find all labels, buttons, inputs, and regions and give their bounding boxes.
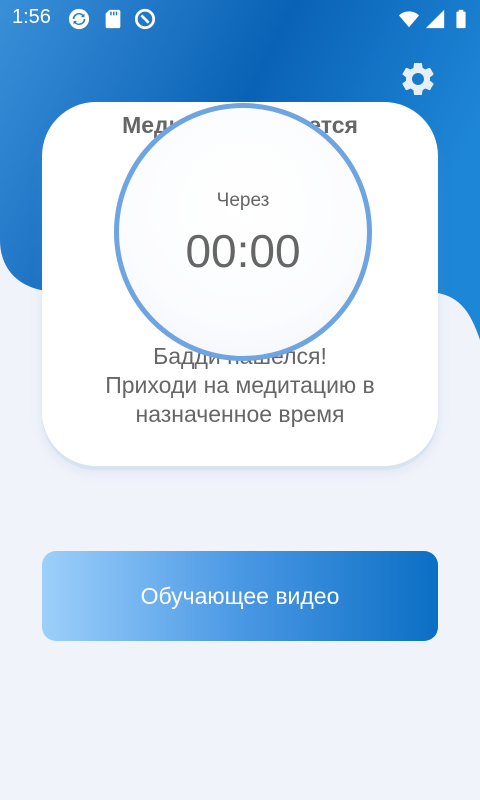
status-bar: 1:56 <box>0 0 480 36</box>
do-not-disturb-icon <box>134 8 156 30</box>
countdown-timer: Через 00:00 <box>114 103 372 361</box>
gear-icon[interactable] <box>398 59 438 99</box>
battery-icon <box>456 9 466 29</box>
tutorial-video-button[interactable]: Обучающее видео <box>42 551 438 641</box>
sync-icon <box>68 8 90 30</box>
cell-signal-icon <box>425 9 445 29</box>
timer-value: 00:00 <box>185 225 301 277</box>
status-time: 1:56 <box>12 6 51 28</box>
message-line: назначенное время <box>135 401 345 427</box>
sd-card-icon <box>105 9 121 29</box>
timer-label: Через <box>216 190 270 211</box>
message-line: Приходи на медитацию в <box>105 372 375 398</box>
wifi-icon <box>398 11 420 28</box>
